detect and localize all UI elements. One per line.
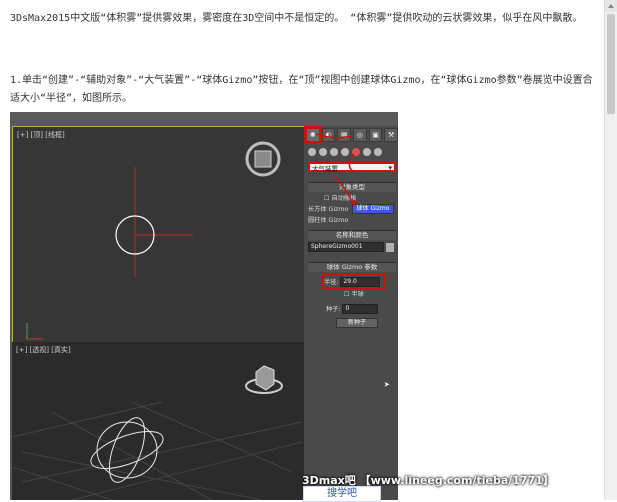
seed-input[interactable]: 0 [342,304,379,314]
object-color-swatch[interactable] [385,242,394,252]
cylinder-gizmo-button[interactable]: 圆柱体 Gizmo [308,215,348,224]
new-seed-button[interactable]: 新种子 [336,318,378,328]
persp-viewport-drawing [12,365,303,500]
step1-paragraph: 1.单击“创建”-“辅助对象”-“大气装置”-“球体Gizmo”按钮，在“顶”视… [10,75,593,104]
page-scrollbar[interactable] [604,0,617,500]
perspective-viewport[interactable]: [+] [透视] [真实] [12,342,304,500]
top-viewport-drawing [26,141,281,340]
seed-label: 种子: [326,306,341,313]
intro-paragraph: 3DsMax2015中文版“体积雾”提供雾效果，雾密度在3D空间中不是恒定的。 … [10,13,583,24]
hemisphere-checkbox[interactable]: ☐ 半球 [344,289,364,298]
sphere-gizmo-persp [90,417,164,483]
name-color-rollout: 名称和颜色 [308,230,396,240]
annotation-arrows [315,133,357,207]
scroll-thumb[interactable] [607,14,615,114]
name-color-title[interactable]: 名称和颜色 [308,231,396,240]
seed-row: 种子: 0 [326,304,379,314]
persp-viewcube-icon [245,365,283,394]
scroll-up-icon[interactable] [605,0,617,12]
viewcube-icon [245,141,281,177]
radius-highlight [322,273,386,289]
hemisphere-label: 半球 [351,291,364,298]
mouse-pointer-icon: ➤ [384,380,391,391]
top-viewport[interactable]: [+] [顶] [线框] [12,126,306,354]
sphere-params-rollout: 球体 Gizmo 参数 [308,262,396,272]
object-name-input[interactable]: SphereGizmo001 [308,242,384,252]
sphere-params-title[interactable]: 球体 Gizmo 参数 [308,263,396,272]
max-screenshot: [+] [顶] [线框] [+] [透视] [真实] ✺ ◐ ▦ ◎ ▣ ⚒ 大… [10,112,398,500]
command-panel: ✺ ◐ ▦ ◎ ▣ ⚒ 大气装置 对象类型 ☐ 自动栅格 长方体 Gizmo 球… [304,126,398,500]
name-row: SphereGizmo001 [308,242,394,252]
